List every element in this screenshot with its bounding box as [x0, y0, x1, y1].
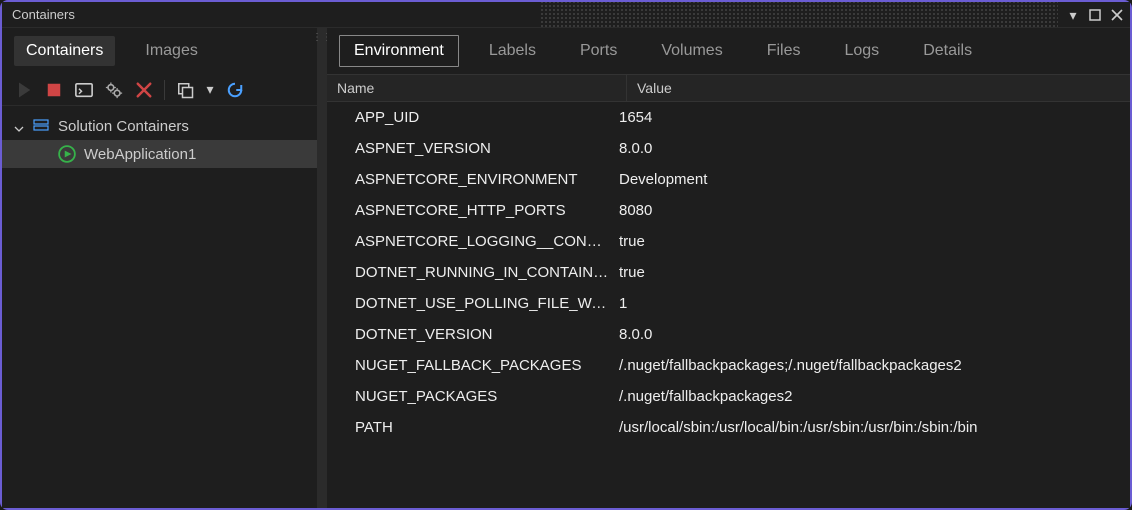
env-value: 1654: [609, 109, 1130, 126]
env-name: NUGET_FALLBACK_PACKAGES: [327, 357, 609, 374]
tree-item-webapp[interactable]: WebApplication1: [2, 140, 317, 168]
tab-files[interactable]: Files: [753, 36, 815, 66]
left-tabs: Containers Images: [2, 28, 317, 74]
refresh-icon[interactable]: [225, 80, 245, 100]
dropdown-icon[interactable]: ▾: [205, 80, 215, 100]
table-row[interactable]: ASPNET_VERSION8.0.0: [327, 133, 1130, 164]
tab-volumes[interactable]: Volumes: [647, 36, 736, 66]
table-row[interactable]: NUGET_FALLBACK_PACKAGES/.nuget/fallbackp…: [327, 350, 1130, 381]
toolbar: ▾: [2, 74, 317, 106]
containers-tree: Solution Containers WebApplication1: [2, 106, 317, 168]
env-value: /.nuget/fallbackpackages;/.nuget/fallbac…: [609, 357, 1130, 374]
tab-details[interactable]: Details: [909, 36, 986, 66]
table-row[interactable]: DOTNET_VERSION8.0.0: [327, 319, 1130, 350]
table-row[interactable]: ASPNETCORE_ENVIRONMENTDevelopment: [327, 164, 1130, 195]
env-value: 8080: [609, 202, 1130, 219]
column-header-name[interactable]: Name: [327, 75, 627, 101]
terminal-icon[interactable]: [74, 80, 94, 100]
env-value: /.nuget/fallbackpackages2: [609, 388, 1130, 405]
table-row[interactable]: NUGET_PACKAGES/.nuget/fallbackpackages2: [327, 381, 1130, 412]
tree-root-label: Solution Containers: [58, 118, 189, 135]
solution-icon: [32, 117, 50, 135]
tab-labels[interactable]: Labels: [475, 36, 550, 66]
env-name: DOTNET_VERSION: [327, 326, 609, 343]
env-value: 1: [609, 295, 1130, 312]
env-name: ASPNETCORE_ENVIRONMENT: [327, 171, 609, 188]
running-icon: [58, 145, 76, 163]
title-bar: Containers ▾: [2, 2, 1130, 28]
env-name: ASPNETCORE_LOGGING__CONS…: [327, 233, 609, 250]
env-name: ASPNETCORE_HTTP_PORTS: [327, 202, 609, 219]
table-row[interactable]: APP_UID1654: [327, 102, 1130, 133]
body: Containers Images: [2, 28, 1130, 508]
env-name: DOTNET_RUNNING_IN_CONTAIN…: [327, 264, 609, 281]
env-grid-header: Name Value: [327, 74, 1130, 102]
table-row[interactable]: ASPNETCORE_LOGGING__CONS…true: [327, 226, 1130, 257]
env-value: true: [609, 264, 1130, 281]
tree-item-label: WebApplication1: [84, 146, 196, 163]
tab-ports[interactable]: Ports: [566, 36, 631, 66]
env-value: Development: [609, 171, 1130, 188]
toolbar-divider: [164, 80, 165, 100]
env-name: APP_UID: [327, 109, 609, 126]
table-row[interactable]: PATH/usr/local/sbin:/usr/local/bin:/usr/…: [327, 412, 1130, 443]
window-controls: ▾: [1066, 8, 1124, 22]
env-value: /usr/local/sbin:/usr/local/bin:/usr/sbin…: [609, 419, 1130, 436]
env-value: true: [609, 233, 1130, 250]
tab-environment[interactable]: Environment: [339, 35, 459, 67]
window-menu-icon[interactable]: ▾: [1066, 8, 1080, 22]
window-title: Containers: [12, 7, 530, 22]
delete-icon[interactable]: [134, 80, 154, 100]
tab-containers[interactable]: Containers: [14, 36, 115, 66]
stop-icon[interactable]: [44, 80, 64, 100]
left-pane: Containers Images: [2, 28, 317, 508]
env-name: DOTNET_USE_POLLING_FILE_WAT…: [327, 295, 609, 312]
copy-icon[interactable]: [175, 80, 195, 100]
tab-images[interactable]: Images: [133, 36, 209, 66]
env-value: 8.0.0: [609, 326, 1130, 343]
detail-tabs: Environment Labels Ports Volumes Files L…: [327, 28, 1130, 74]
maximize-icon[interactable]: [1088, 8, 1102, 22]
env-name: NUGET_PACKAGES: [327, 388, 609, 405]
table-row[interactable]: DOTNET_USE_POLLING_FILE_WAT…1: [327, 288, 1130, 319]
tab-logs[interactable]: Logs: [830, 36, 893, 66]
env-name: PATH: [327, 419, 609, 436]
env-rows: APP_UID1654 ASPNET_VERSION8.0.0 ASPNETCO…: [327, 102, 1130, 508]
containers-tool-window: Containers ▾ Containers Images: [2, 2, 1130, 508]
tree-root[interactable]: Solution Containers: [2, 112, 317, 140]
titlebar-grip[interactable]: [540, 2, 1058, 27]
right-pane: Environment Labels Ports Volumes Files L…: [327, 28, 1130, 508]
table-row[interactable]: ASPNETCORE_HTTP_PORTS8080: [327, 195, 1130, 226]
close-icon[interactable]: [1110, 8, 1124, 22]
column-header-value[interactable]: Value: [627, 75, 1130, 101]
collapse-icon[interactable]: [14, 121, 24, 131]
splitter[interactable]: ⋮⋮: [317, 28, 327, 508]
env-value: 8.0.0: [609, 140, 1130, 157]
gear-icon[interactable]: [104, 80, 124, 100]
play-icon[interactable]: [14, 80, 34, 100]
table-row[interactable]: DOTNET_RUNNING_IN_CONTAIN…true: [327, 257, 1130, 288]
env-name: ASPNET_VERSION: [327, 140, 609, 157]
